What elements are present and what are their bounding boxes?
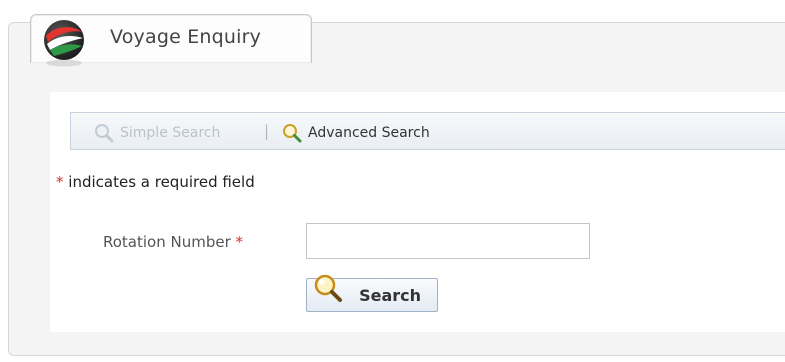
rotation-label-text: Rotation Number (103, 233, 231, 251)
required-note-text: indicates a required field (68, 173, 255, 191)
advanced-search-label: Advanced Search (308, 125, 430, 141)
search-magnifier-icon (314, 274, 342, 302)
rotation-required-star: * (235, 233, 244, 251)
required-star: * (56, 173, 64, 191)
search-mode-bar: Simple Search | Advanced Search (70, 112, 785, 150)
simple-search-link[interactable]: Simple Search (93, 122, 220, 144)
advanced-search-link[interactable]: Advanced Search (281, 122, 430, 144)
search-button-label: Search (359, 285, 421, 305)
magnifier-icon (95, 124, 114, 143)
search-separator: | (264, 122, 270, 140)
rotation-number-label: Rotation Number * (103, 233, 243, 251)
advanced-magnifier-icon (283, 124, 302, 143)
rotation-number-input[interactable] (306, 223, 590, 259)
page-title: Voyage Enquiry (110, 26, 262, 48)
globe-logo-icon (44, 20, 84, 67)
simple-search-label: Simple Search (120, 125, 221, 141)
required-field-note: * indicates a required field (56, 173, 255, 191)
search-button[interactable]: Search (306, 274, 438, 312)
